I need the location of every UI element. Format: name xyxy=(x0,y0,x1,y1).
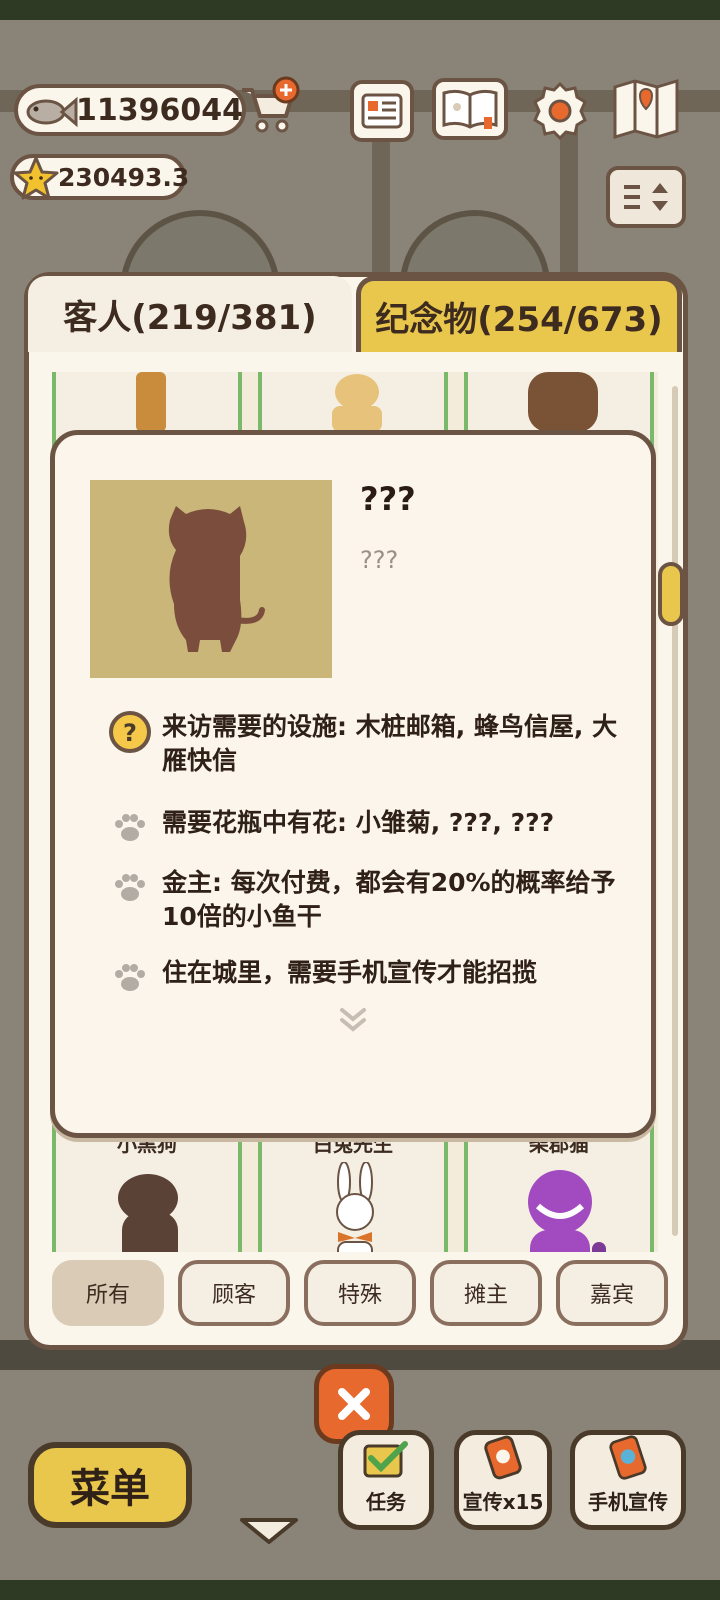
unknown-guest-silhouette xyxy=(168,506,265,652)
menu-button[interactable]: 菜单 xyxy=(28,1442,192,1528)
paw-icon xyxy=(115,814,145,841)
scroll-more-chevron-icon[interactable] xyxy=(336,1006,370,1034)
close-icon xyxy=(338,1388,370,1420)
guest-silhouette-portrait xyxy=(90,480,332,678)
filter-all[interactable]: 所有 xyxy=(52,1260,164,1326)
filter-customers[interactable]: 顾客 xyxy=(178,1260,290,1326)
filter-special[interactable]: 特殊 xyxy=(304,1260,416,1326)
fish-icon xyxy=(26,96,78,128)
svg-text:?: ? xyxy=(123,719,137,747)
task-button[interactable]: 任务 xyxy=(338,1430,434,1530)
paw-icon xyxy=(115,874,145,901)
tab-guests[interactable]: 客人(219/381) xyxy=(28,276,352,352)
fish-count: 11396044 xyxy=(76,92,243,128)
white-rabbit-sprite xyxy=(336,1162,374,1252)
cheshire-cat-sprite xyxy=(528,1170,606,1252)
fish-currency: 11396044 xyxy=(14,84,246,136)
feature-text: 需要花瓶中有花: 小雏菊, ???, ??? xyxy=(162,808,555,837)
filter-guests-of-honor[interactable]: 嘉宾 xyxy=(556,1260,668,1326)
settings-gear-icon[interactable] xyxy=(528,80,592,142)
collapse-arrow-icon[interactable] xyxy=(238,1516,300,1546)
star-currency: 230493.3 xyxy=(10,154,190,200)
phone-ad-icon xyxy=(484,1435,522,1480)
card-icon[interactable] xyxy=(350,80,414,142)
sort-toggle-icon[interactable] xyxy=(606,166,686,228)
filter-vendors[interactable]: 摊主 xyxy=(430,1260,542,1326)
guest-card-white-rabbit[interactable]: 白兔先生 xyxy=(258,1122,448,1252)
feature-city-dweller: 住在城里，需要手机宣传才能招揽 xyxy=(108,956,618,996)
feature-text: 住在城里，需要手机宣传才能招揽 xyxy=(162,958,538,987)
star-icon xyxy=(13,156,59,200)
guest-card-cheshire-cat[interactable]: 柴郡猫 xyxy=(464,1122,654,1252)
guest-description: ??? xyxy=(360,546,399,574)
grid-scroll-handle[interactable] xyxy=(658,562,684,626)
guest-book-icon[interactable] xyxy=(432,78,508,140)
feature-text: 来访需要的设施: 木桩邮箱, 蜂鸟信屋, 大雁快信 xyxy=(162,712,618,775)
feature-required-facilities: ? 来访需要的设施: 木桩邮箱, 蜂鸟信屋, 大雁快信 xyxy=(108,710,618,780)
map-icon[interactable] xyxy=(610,76,682,139)
question-icon: ? xyxy=(109,711,151,753)
tab-souvenirs[interactable]: 纪念物(254/673) xyxy=(356,276,682,352)
phone-promote-button[interactable]: 手机宣传 xyxy=(570,1430,686,1530)
checkmark-icon xyxy=(363,1441,408,1478)
guest-name-title: ??? xyxy=(360,480,416,518)
phone-ad-icon xyxy=(609,1435,647,1480)
promote-x15-label: 宣传x15 xyxy=(462,1490,544,1514)
grid-scrollbar[interactable] xyxy=(672,386,678,1236)
feature-sponsor: 金主: 每次付费，都会有20%的概率给予10倍的小鱼干 xyxy=(108,866,618,936)
black-dog-sprite xyxy=(118,1174,178,1252)
guest-card-small-black-dog[interactable]: 小黑狗 xyxy=(52,1122,242,1252)
task-label: 任务 xyxy=(366,1490,406,1514)
shop-cart-icon[interactable] xyxy=(236,76,300,138)
promote-x15-button[interactable]: 宣传x15 xyxy=(454,1430,552,1530)
star-count: 230493.3 xyxy=(58,162,190,192)
phone-promote-label: 手机宣传 xyxy=(588,1490,668,1514)
feature-required-flowers: 需要花瓶中有花: 小雏菊, ???, ??? xyxy=(108,806,618,846)
paw-icon xyxy=(115,964,145,991)
feature-text: 金主: 每次付费，都会有20%的概率给予10倍的小鱼干 xyxy=(162,868,616,931)
